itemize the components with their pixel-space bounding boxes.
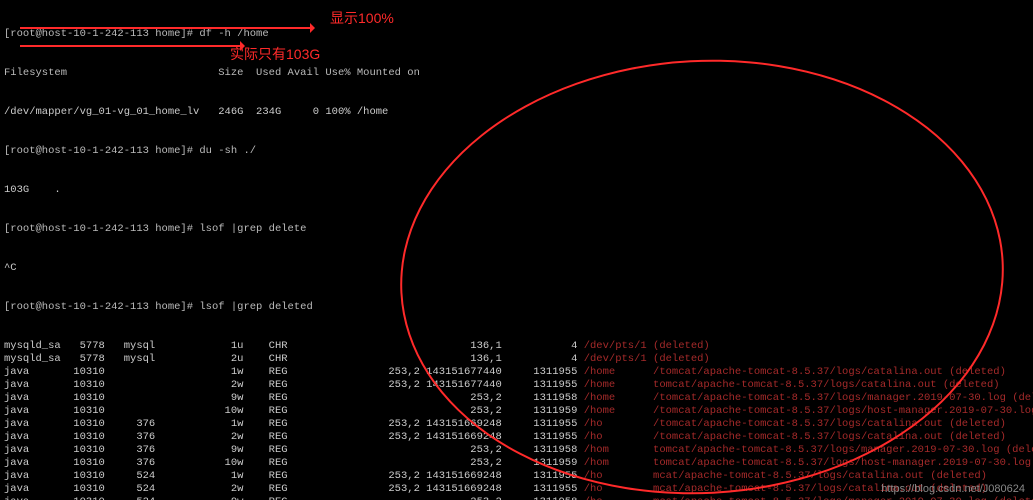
- lsof-row: java 10310 376 9w REG 253,2 1311958 /hom…: [4, 444, 1029, 457]
- terminal-output[interactable]: [root@host-10-1-242-113 home]# df -h /ho…: [0, 0, 1033, 500]
- deleted-marker: (deleted): [949, 431, 1006, 443]
- ctrl-c: ^C: [4, 262, 1029, 275]
- lsof-row: java 10310 2w REG 253,2 143151677440 131…: [4, 379, 1029, 392]
- deleted-marker: (deleted): [1012, 392, 1033, 404]
- prompt: [root@host-10-1-242-113 home]#: [4, 28, 193, 40]
- deleted-marker: (deleted): [930, 470, 987, 482]
- lsof-row: java 10310 9w REG 253,2 1311958 /home /t…: [4, 392, 1029, 405]
- file-path: /hom tomcat/apache-tomcat-8.5.37/logs/ho…: [584, 457, 1033, 469]
- cmd-du: du -sh ./: [199, 145, 256, 157]
- deleted-marker: (deleted): [949, 366, 1006, 378]
- prompt: [root@host-10-1-242-113 home]#: [4, 145, 193, 157]
- file-path: /dev/pts/1: [584, 340, 653, 352]
- lsof-row: java 10310 524 2w REG 253,2 143151669248…: [4, 483, 1029, 496]
- deleted-marker: (deleted): [930, 483, 987, 495]
- prompt: [root@host-10-1-242-113 home]#: [4, 223, 193, 235]
- lsof-row: java 10310 376 1w REG 253,2 143151669248…: [4, 418, 1029, 431]
- deleted-marker: (deleted): [653, 353, 710, 365]
- prompt: [root@host-10-1-242-113 home]#: [4, 301, 193, 313]
- df-header: Filesystem Size Used Avail Use% Mounted …: [4, 67, 1029, 80]
- deleted-marker: (deleted): [949, 418, 1006, 430]
- lsof-row: java 10310 376 2w REG 253,2 143151669248…: [4, 431, 1029, 444]
- lsof-row: java 10310 10w REG 253,2 1311959 /home /…: [4, 405, 1029, 418]
- file-path: /home /tomcat/apache-tomcat-8.5.37/logs/…: [584, 405, 1033, 417]
- file-path: /home tomcat/apache-tomcat-8.5.37/logs/c…: [584, 379, 943, 391]
- lsof-row: java 10310 524 1w REG 253,2 143151669248…: [4, 470, 1029, 483]
- lsof-output: mysqld_sa 5778 mysql 1u CHR 136,1 4 /dev…: [4, 340, 1029, 500]
- lsof-row: java 10310 376 10w REG 253,2 1311959 /ho…: [4, 457, 1029, 470]
- lsof-row: mysqld_sa 5778 mysql 2u CHR 136,1 4 /dev…: [4, 353, 1029, 366]
- file-path: /ho /tomcat/apache-tomcat-8.5.37/logs/ca…: [584, 431, 949, 443]
- file-path: /ho mcat/apache-tomcat-8.5.37/logs/catal…: [584, 483, 931, 495]
- cmd-lsof2: lsof |grep deleted: [199, 301, 312, 313]
- file-path: /home /tomcat/apache-tomcat-8.5.37/logs/…: [584, 366, 949, 378]
- df-line: /dev/mapper/vg_01-vg_01_home_lv 246G 234…: [4, 106, 1029, 119]
- deleted-marker: (deleted): [1006, 444, 1033, 456]
- file-path: /hom tomcat/apache-tomcat-8.5.37/logs/ma…: [584, 444, 1006, 456]
- lsof-row: mysqld_sa 5778 mysql 1u CHR 136,1 4 /dev…: [4, 340, 1029, 353]
- file-path: /dev/pts/1: [584, 353, 653, 365]
- deleted-marker: (deleted): [653, 340, 710, 352]
- lsof-row: java 10310 1w REG 253,2 143151677440 131…: [4, 366, 1029, 379]
- file-path: /home /tomcat/apache-tomcat-8.5.37/logs/…: [584, 392, 1012, 404]
- cmd-lsof1: lsof |grep delete: [199, 223, 306, 235]
- file-path: /ho /tomcat/apache-tomcat-8.5.37/logs/ca…: [584, 418, 949, 430]
- deleted-marker: (deleted): [993, 496, 1033, 500]
- lsof-row: java 10310 524 9w REG 253,2 1311958 /ho …: [4, 496, 1029, 500]
- file-path: /ho mcat/apache-tomcat-8.5.37/logs/manag…: [584, 496, 994, 500]
- cmd-df: df -h /home: [199, 28, 268, 40]
- deleted-marker: (deleted): [943, 379, 1000, 391]
- file-path: /ho mcat/apache-tomcat-8.5.37/logs/catal…: [584, 470, 931, 482]
- du-output: 103G .: [4, 184, 1029, 197]
